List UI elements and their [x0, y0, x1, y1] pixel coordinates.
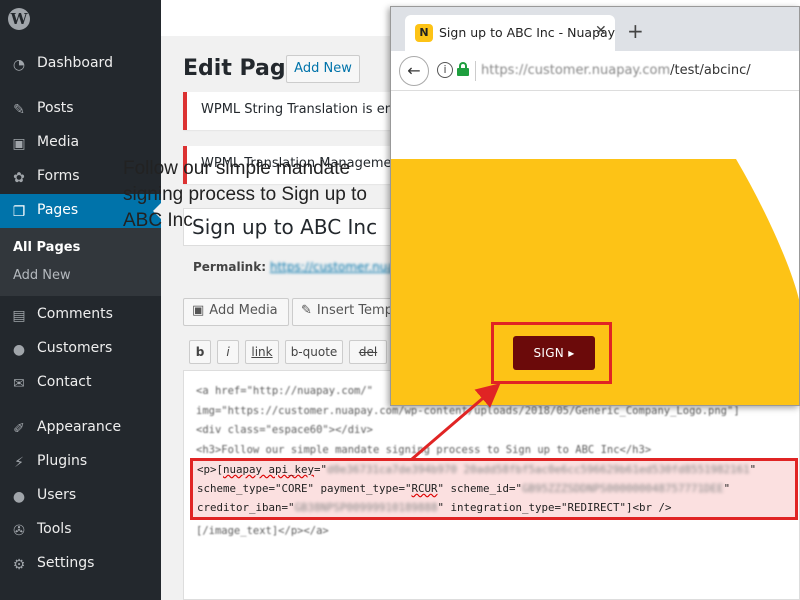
url-prefix: https://customer. — [481, 63, 592, 78]
code-text: scheme_type="CORE" payment_type=" — [197, 482, 412, 495]
menu-label: Media — [37, 134, 80, 150]
menu-dashboard[interactable]: ◔ Dashboard — [0, 47, 161, 81]
insert-template-button[interactable]: ✎ Insert Temp — [292, 298, 400, 326]
menu-label: Contact — [37, 374, 92, 390]
code-text: " — [723, 482, 731, 495]
menu-comments[interactable]: ▤ Comments — [0, 298, 161, 332]
admin-sidebar: W ◔ Dashboard ✎ Posts ▣ Media ✿ Forms ❐ … — [0, 0, 161, 600]
menu-contact[interactable]: ✉ Contact — [0, 366, 161, 400]
wpml-string-notice: WPML String Translation is enabl — [183, 92, 400, 130]
quicktag-blockquote[interactable]: b-quote — [285, 340, 343, 364]
code-text: " scheme_id=" — [437, 482, 523, 495]
menu-label: Forms — [37, 168, 80, 184]
api-key-value: d0e36731ca7de394b970 20add58fbf5ac0e6cc5… — [327, 463, 750, 476]
forms-icon: ✿ — [13, 170, 25, 186]
shortcode-line-3: creditor_iban="GB38NPSP00999910189888" i… — [197, 501, 672, 514]
insert-template-label: Insert Temp — [316, 303, 393, 318]
code-text: " integration_type="REDIRECT"]<br /> — [437, 501, 672, 514]
menu-label: Customers — [37, 340, 113, 356]
menu-label: Dashboard — [37, 55, 113, 71]
paintbrush-icon: ✐ — [13, 421, 25, 437]
permalink-label: Permalink: — [193, 260, 267, 274]
comment-icon: ▤ — [12, 308, 26, 324]
menu-appearance[interactable]: ✐ Appearance — [0, 411, 161, 445]
plug-icon: ⚡ — [14, 455, 24, 471]
menu-tools[interactable]: ✇ Tools — [0, 513, 161, 547]
menu-plugins[interactable]: ⚡ Plugins — [0, 445, 161, 479]
code-line: img="https://customer.nuapay.com/wp-cont… — [196, 405, 740, 417]
code-text: =" — [314, 463, 328, 476]
tab-bar: N Sign up to ABC Inc - Nuapay ✕ + — [391, 7, 799, 51]
menu-label: Users — [37, 487, 77, 503]
new-tab-icon[interactable]: + — [627, 21, 644, 41]
code-text: " — [749, 463, 757, 476]
media-icon: ▣ — [12, 136, 26, 152]
quicktag-italic[interactable]: i — [217, 340, 239, 364]
url-path: /test/abcinc/ — [670, 63, 751, 78]
url-field[interactable]: https://customer.nuapay.com/test/abcinc/ — [481, 63, 751, 78]
lock-icon[interactable] — [457, 62, 469, 76]
sign-button-highlight — [491, 322, 612, 384]
scheme-id-value: GB95ZZZSDDNPS000000048757771DEE — [522, 482, 724, 495]
menu-label: Pages — [37, 202, 79, 218]
back-arrow-icon[interactable]: ← — [399, 56, 429, 86]
menu-label: Plugins — [37, 453, 88, 469]
add-new-button[interactable]: Add New — [286, 55, 360, 83]
code-line: <h3>Follow our simple mandate signing pr… — [196, 444, 652, 456]
menu-label: Settings — [37, 555, 95, 571]
shortcode-line-2: scheme_type="CORE" payment_type="RCUR" s… — [197, 482, 730, 495]
signup-headline: Follow our simple mandate signing proces… — [123, 158, 367, 231]
users-icon: ● — [12, 489, 26, 505]
submenu-add-new[interactable]: Add New — [13, 268, 71, 283]
code-text: RCUR — [411, 482, 438, 495]
nuapay-favicon-icon: N — [415, 24, 433, 42]
shortcode-highlight: <p>[nuapay api_key="d0e36731ca7de394b970… — [190, 458, 798, 520]
info-icon[interactable]: i — [437, 62, 453, 78]
menu-media[interactable]: ▣ Media — [0, 126, 161, 160]
menu-label: Tools — [37, 521, 72, 537]
code-line: <a href="http://nuapay.com/" — [196, 385, 374, 397]
menu-label: Comments — [37, 306, 113, 322]
pages-submenu: All Pages Add New — [0, 228, 161, 296]
menu-settings[interactable]: ⚙ Settings — [0, 547, 161, 581]
pages-icon: ❐ — [12, 204, 26, 220]
add-media-button[interactable]: ▣ Add Media — [183, 298, 289, 326]
close-icon[interactable]: ✕ — [595, 23, 607, 39]
quicktag-bold[interactable]: b — [189, 340, 211, 364]
url-divider — [475, 61, 476, 81]
permalink: Permalink: https://customer.nuapay — [193, 260, 417, 274]
menu-posts[interactable]: ✎ Posts — [0, 92, 161, 126]
code-text: creditor_iban=" — [197, 501, 295, 514]
menu-label: Posts — [37, 100, 74, 116]
address-bar: ← i https://customer.nuapay.com/test/abc… — [391, 51, 799, 91]
code-line: <div class="espace60"></div> — [196, 424, 374, 436]
iban-value: GB38NPSP00999910189888 — [294, 501, 438, 514]
wrench-icon: ✇ — [13, 523, 25, 539]
dashboard-icon: ◔ — [12, 57, 26, 73]
submenu-all-pages[interactable]: All Pages — [13, 240, 80, 255]
media-icon: ▣ — [192, 303, 205, 318]
pencil-icon: ✎ — [301, 303, 312, 318]
envelope-icon: ✉ — [13, 376, 25, 392]
menu-customers[interactable]: ● Customers — [0, 332, 161, 366]
menu-label: Appearance — [37, 419, 122, 435]
menu-users[interactable]: ● Users — [0, 479, 161, 513]
quicktag-del[interactable]: del — [349, 340, 387, 364]
quicktag-link[interactable]: link — [245, 340, 279, 364]
settings-icon: ⚙ — [12, 557, 26, 573]
code-line: [/image_text]</p></a> — [196, 525, 329, 537]
tab-title: Sign up to ABC Inc - Nuapay — [439, 25, 616, 40]
code-text: nuapay api_key — [223, 463, 315, 476]
page-title: Edit Page — [183, 56, 301, 81]
person-icon: ● — [12, 342, 26, 358]
browser-tab[interactable]: N Sign up to ABC Inc - Nuapay ✕ — [405, 15, 615, 51]
code-text: <p>[ — [197, 463, 224, 476]
add-media-label: Add Media — [209, 303, 278, 318]
url-host: nuapay.com — [591, 63, 671, 78]
pushpin-icon: ✎ — [13, 102, 25, 118]
wordpress-logo-icon[interactable]: W — [8, 8, 30, 30]
shortcode-line-1: <p>[nuapay api_key="d0e36731ca7de394b970… — [197, 463, 756, 476]
